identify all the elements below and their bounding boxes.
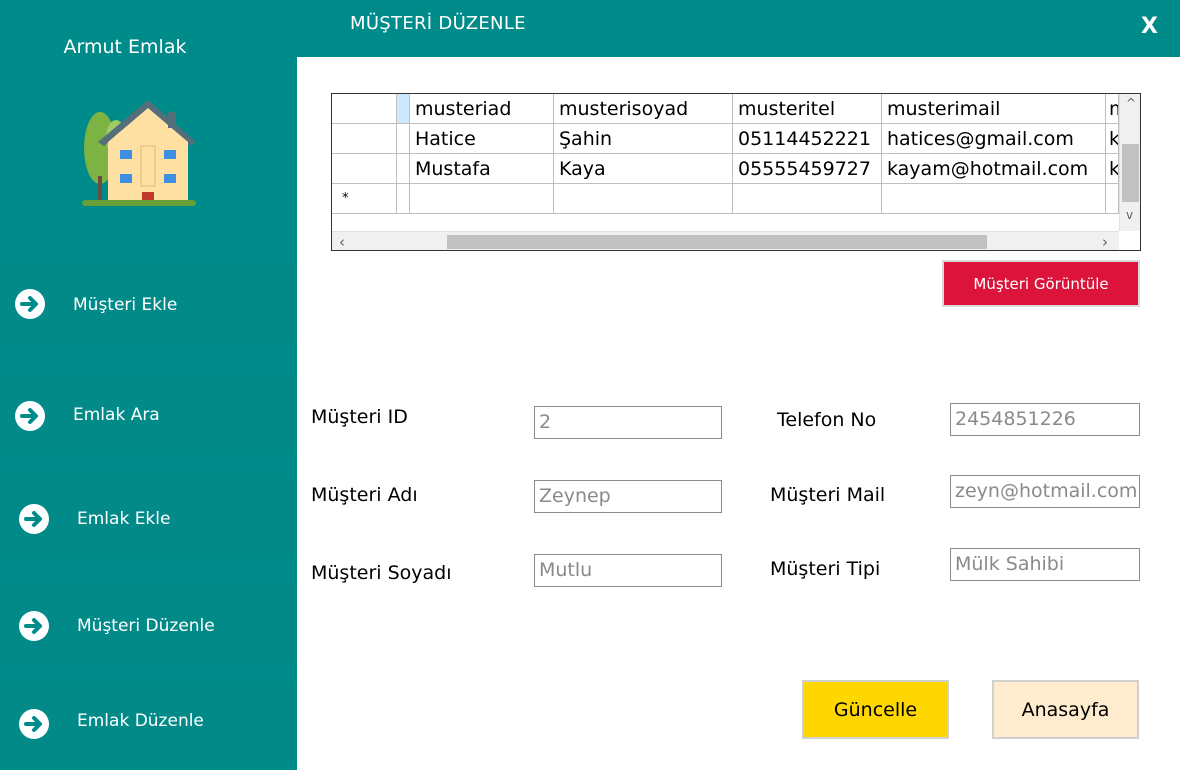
- table-cell[interactable]: 05555459727: [733, 154, 882, 184]
- customer-name-field[interactable]: Zeynep: [534, 480, 722, 513]
- phone-field[interactable]: 2454851226: [950, 403, 1140, 436]
- column-header[interactable]: musteriad: [410, 94, 554, 124]
- sidebar-item-label: Emlak Düzenle: [77, 711, 204, 731]
- row-header[interactable]: [332, 124, 397, 154]
- row-selector[interactable]: [397, 124, 410, 154]
- table-cell[interactable]: [554, 184, 733, 214]
- page-title: MÜŞTERİ DÜZENLE: [350, 13, 526, 34]
- customer-name-label: Müşteri Adı: [311, 484, 418, 506]
- house-logo-icon: [78, 96, 202, 212]
- table-cell[interactable]: 05114452221: [733, 124, 882, 154]
- close-button[interactable]: X: [1141, 14, 1158, 39]
- arrow-right-circle-icon: [15, 289, 45, 319]
- horizontal-scrollbar[interactable]: ‹ ›: [332, 231, 1119, 250]
- update-button[interactable]: Güncelle: [802, 680, 949, 739]
- new-table-row[interactable]: *: [332, 184, 1119, 214]
- scroll-down-icon[interactable]: v: [1126, 208, 1133, 222]
- selection-marker: [397, 94, 410, 124]
- arrow-right-circle-icon: [19, 709, 49, 739]
- table-cell[interactable]: [733, 184, 882, 214]
- view-customers-button[interactable]: Müşteri Görüntüle: [942, 260, 1140, 307]
- customer-grid[interactable]: musteriad musterisoyad musteritel muster…: [331, 93, 1141, 251]
- arrow-right-circle-icon: [15, 401, 45, 431]
- customer-id-label: Müşteri ID: [311, 406, 408, 428]
- row-selector[interactable]: [397, 184, 410, 214]
- sidebar-item-label: Emlak Ekle: [77, 509, 171, 529]
- scroll-up-icon[interactable]: ^: [1126, 96, 1136, 110]
- column-header[interactable]: musterimail: [882, 94, 1106, 124]
- sidebar-item-emlak-ekle[interactable]: Emlak Ekle: [0, 479, 297, 554]
- arrow-right-circle-icon: [19, 504, 49, 534]
- customer-mail-field[interactable]: zeyn@hotmail.com: [950, 475, 1140, 508]
- table-cell[interactable]: k: [1106, 124, 1119, 154]
- customer-id-field[interactable]: 2: [534, 406, 722, 439]
- table-cell[interactable]: Hatice: [410, 124, 554, 154]
- app-title: Armut Emlak: [63, 36, 187, 58]
- table-cell[interactable]: k: [1106, 154, 1119, 184]
- header-bar: MÜŞTERİ DÜZENLE X: [297, 0, 1180, 57]
- sidebar-item-musteri-ekle[interactable]: Müşteri Ekle: [0, 266, 297, 341]
- sidebar-item-musteri-duzenle[interactable]: Müşteri Düzenle: [0, 586, 297, 661]
- scroll-right-icon[interactable]: ›: [1102, 233, 1108, 250]
- table-cell[interactable]: Kaya: [554, 154, 733, 184]
- new-row-marker: *: [332, 184, 397, 214]
- table-cell[interactable]: [882, 184, 1106, 214]
- table-cell[interactable]: kayam@hotmail.com: [882, 154, 1106, 184]
- table-cell[interactable]: [410, 184, 554, 214]
- sidebar-item-emlak-ara[interactable]: Emlak Ara: [0, 376, 297, 451]
- table-cell[interactable]: Mustafa: [410, 154, 554, 184]
- scrollbar-thumb[interactable]: [447, 235, 987, 249]
- column-header[interactable]: musterisoyad: [554, 94, 733, 124]
- customer-type-label: Müşteri Tipi: [770, 558, 881, 580]
- arrow-right-circle-icon: [19, 611, 49, 641]
- scrollbar-thumb[interactable]: [1122, 144, 1139, 202]
- column-header[interactable]: m: [1106, 94, 1119, 124]
- grid-header-row: musteriad musterisoyad musteritel muster…: [332, 94, 1119, 124]
- table-row[interactable]: Hatice Şahin 05114452221 hatices@gmail.c…: [332, 124, 1119, 154]
- customer-type-field[interactable]: Mülk Sahibi: [950, 548, 1140, 581]
- vertical-scrollbar[interactable]: ^ v: [1119, 94, 1140, 231]
- customer-surname-label: Müşteri Soyadı: [311, 562, 452, 584]
- scroll-left-icon[interactable]: ‹: [339, 233, 345, 250]
- table-cell[interactable]: Şahin: [554, 124, 733, 154]
- customer-mail-label: Müşteri Mail: [770, 484, 886, 506]
- row-header[interactable]: [332, 154, 397, 184]
- home-button[interactable]: Anasayfa: [992, 680, 1139, 739]
- customer-surname-field[interactable]: Mutlu: [534, 554, 722, 587]
- row-selector[interactable]: [397, 154, 410, 184]
- sidebar-item-label: Müşteri Düzenle: [77, 616, 215, 636]
- sidebar: Armut Emlak Müşteri Ekle Emlak Ara Emlak…: [0, 0, 297, 770]
- sidebar-item-label: Müşteri Ekle: [73, 295, 178, 315]
- table-row[interactable]: Mustafa Kaya 05555459727 kayam@hotmail.c…: [332, 154, 1119, 184]
- sidebar-item-emlak-duzenle[interactable]: Emlak Düzenle: [0, 686, 297, 761]
- table-cell[interactable]: hatices@gmail.com: [882, 124, 1106, 154]
- sidebar-item-label: Emlak Ara: [73, 405, 160, 425]
- row-header-corner: [332, 94, 397, 124]
- column-header[interactable]: musteritel: [733, 94, 882, 124]
- table-cell[interactable]: [1106, 184, 1119, 214]
- phone-label: Telefon No: [777, 409, 877, 431]
